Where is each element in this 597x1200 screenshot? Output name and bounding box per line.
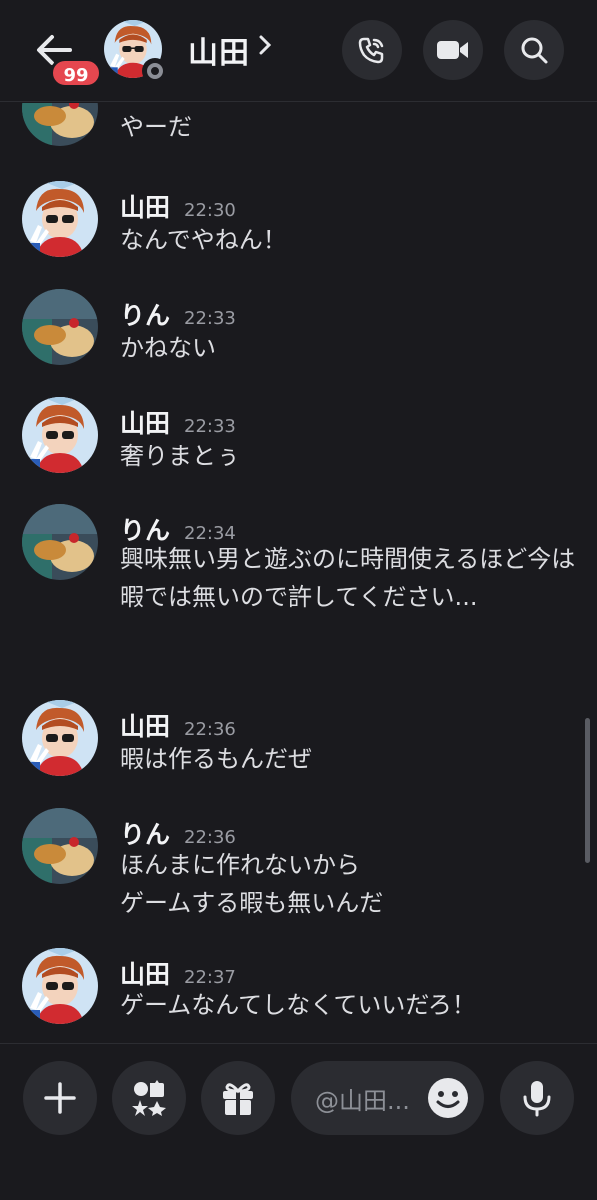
message-text: なんでやねん！ (120, 226, 287, 254)
message-text: かねない (120, 334, 216, 362)
avatar[interactable] (22, 181, 98, 257)
yamada-avatar-image (22, 948, 98, 1024)
timestamp: 22:33 (184, 308, 236, 329)
apps-button[interactable] (112, 1061, 186, 1135)
avatar[interactable] (22, 808, 98, 884)
search-icon (521, 37, 548, 64)
avatar[interactable] (22, 504, 98, 580)
rin-avatar-image (22, 289, 98, 365)
avatar[interactable] (22, 948, 98, 1024)
message-text: ゲームなんてしなくていいだろ！ (120, 991, 476, 1019)
avatar[interactable] (22, 700, 98, 776)
gift-button[interactable] (201, 1061, 275, 1135)
plus-icon (44, 1082, 76, 1114)
search-button[interactable] (504, 20, 564, 80)
rin-avatar-image (22, 808, 98, 884)
gift-icon (223, 1083, 253, 1115)
call-icon (358, 37, 384, 64)
author-name[interactable]: 山田 (120, 188, 170, 224)
scrollbar[interactable] (585, 718, 590, 863)
yamada-avatar-image (22, 181, 98, 257)
add-button[interactable] (23, 1061, 97, 1135)
timestamp: 22:33 (184, 416, 236, 437)
message-text: やーだ (120, 113, 192, 141)
video-icon (437, 41, 468, 59)
message-list[interactable]: やーだ 山田 22:30 なんでやねん！ りん 22:33 かねない 山田 22… (0, 103, 597, 1043)
message-input[interactable]: @山田... (291, 1061, 484, 1135)
message-text: 興味無い男と遊ぶのに時間使えるほど今は暇では無いので許してください... (120, 545, 576, 611)
timestamp: 22:36 (184, 719, 236, 740)
status-indicator (142, 58, 168, 84)
microphone-icon (523, 1081, 551, 1117)
message-composer: @山田... (0, 1043, 597, 1200)
message-text: 奢りまとぅ (120, 442, 240, 470)
yamada-avatar-image (22, 700, 98, 776)
chat-header: 99 山田 (0, 0, 597, 102)
chevron-right-icon[interactable] (258, 34, 272, 60)
emoji-icon[interactable] (427, 1077, 469, 1119)
avatar[interactable] (22, 397, 98, 473)
author-name[interactable]: 山田 (120, 404, 170, 440)
apps-icon (132, 1080, 166, 1116)
call-button[interactable] (342, 20, 402, 80)
voice-button[interactable] (500, 1061, 574, 1135)
rin-avatar-image (22, 103, 98, 146)
author-name[interactable]: 山田 (120, 707, 170, 743)
message-text: 暇は作るもんだぜ (120, 745, 312, 773)
avatar[interactable] (22, 103, 98, 146)
unread-badge: 99 (50, 58, 102, 88)
video-call-button[interactable] (423, 20, 483, 80)
message-text: ほんまに作れないから ゲームする暇も無いんだ (120, 851, 384, 917)
input-placeholder: @山田... (315, 1087, 410, 1115)
avatar[interactable] (22, 289, 98, 365)
chat-title[interactable]: 山田 (188, 28, 250, 72)
rin-avatar-image (22, 504, 98, 580)
author-name[interactable]: りん (120, 296, 170, 332)
timestamp: 22:37 (184, 967, 236, 988)
yamada-avatar-image (22, 397, 98, 473)
timestamp: 22:36 (184, 827, 236, 848)
timestamp: 22:30 (184, 200, 236, 221)
